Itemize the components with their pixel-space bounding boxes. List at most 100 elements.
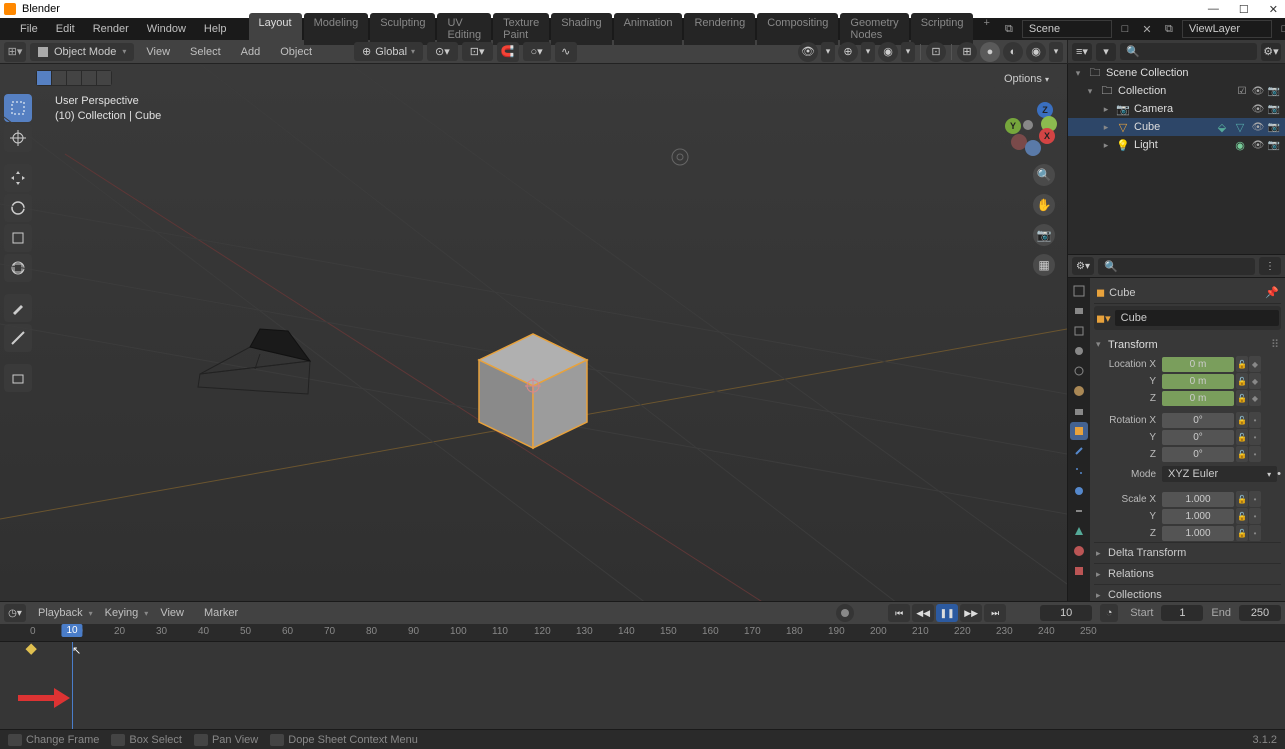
auto-keying-toggle[interactable] bbox=[836, 604, 854, 622]
keyframe-dot-icon[interactable]: ◆ bbox=[1249, 356, 1261, 372]
outliner-search[interactable]: 🔍 bbox=[1120, 43, 1257, 60]
snap-selector[interactable]: ⊡▾ bbox=[462, 42, 493, 61]
props-tab-object[interactable] bbox=[1070, 422, 1088, 440]
gizmo-toggle[interactable]: ⊕ bbox=[838, 42, 858, 62]
props-tab-scene[interactable] bbox=[1070, 362, 1088, 380]
rotation-mode-dropdown[interactable]: XYZ Euler▾ bbox=[1162, 466, 1277, 482]
outliner-display-mode[interactable]: ▾ bbox=[1096, 43, 1116, 61]
menu-window[interactable]: Window bbox=[139, 20, 194, 38]
lock-icon[interactable]: 🔓 bbox=[1236, 525, 1248, 541]
pause-button[interactable]: ❚❚ bbox=[936, 604, 958, 622]
lock-icon[interactable]: 🔓 bbox=[1236, 373, 1248, 389]
keyframe-dot-icon[interactable]: • bbox=[1249, 525, 1261, 541]
tool-select-box[interactable] bbox=[4, 94, 32, 122]
relations-panel[interactable]: ▸Relations bbox=[1094, 563, 1281, 584]
orientation-selector[interactable]: ⊕ Global ▾ bbox=[354, 42, 423, 61]
camera-view-button[interactable]: 📷 bbox=[1033, 224, 1055, 246]
viewport-options-dropdown[interactable]: Options ▾ bbox=[994, 70, 1059, 88]
viewlayer-name-field[interactable]: ViewLayer bbox=[1182, 20, 1272, 38]
data-name[interactable]: Cube bbox=[1115, 310, 1279, 326]
tool-rotate[interactable] bbox=[4, 194, 32, 222]
pivot-selector[interactable]: ⊙▾ bbox=[427, 42, 458, 61]
props-tab-world[interactable] bbox=[1070, 382, 1088, 400]
pin-icon[interactable]: 📌 bbox=[1265, 286, 1279, 299]
select-mode-2[interactable] bbox=[52, 71, 66, 85]
close-button[interactable]: ✕ bbox=[1266, 3, 1281, 16]
keyframe-dot-icon[interactable]: • bbox=[1249, 446, 1261, 462]
props-tab-constraints[interactable] bbox=[1070, 502, 1088, 520]
scale-z-field[interactable]: 1.000 bbox=[1162, 526, 1234, 541]
zoom-button[interactable]: 🔍 bbox=[1033, 164, 1055, 186]
editor-type-selector[interactable]: ⊞▾ bbox=[4, 42, 26, 62]
outliner[interactable]: ▾ 🗀 Scene Collection ▾ 🗀 Collection ☑ 👁 … bbox=[1068, 64, 1285, 254]
xray-toggle[interactable]: ⊡ bbox=[926, 42, 946, 62]
scene-browse-icon[interactable]: ⧉ bbox=[1000, 20, 1018, 38]
end-frame-field[interactable]: 250 bbox=[1239, 605, 1281, 621]
gizmo-dropdown[interactable]: ▾ bbox=[861, 42, 875, 62]
tool-add-cube[interactable] bbox=[4, 364, 32, 392]
rotation-y-field[interactable]: 0° bbox=[1162, 430, 1234, 445]
cube-object[interactable] bbox=[475, 326, 590, 451]
rotation-z-field[interactable]: 0° bbox=[1162, 447, 1234, 462]
select-mode-3[interactable] bbox=[67, 71, 81, 85]
lock-icon[interactable]: 🔓 bbox=[1236, 429, 1248, 445]
outliner-scene-collection[interactable]: ▾ 🗀 Scene Collection bbox=[1068, 64, 1285, 82]
playhead-indicator[interactable]: 10 bbox=[61, 624, 82, 637]
viewlayer-browse-icon[interactable]: ⧉ bbox=[1160, 20, 1178, 38]
viewport-menu-add[interactable]: Add bbox=[233, 43, 269, 61]
location-x-field[interactable]: 0 m bbox=[1162, 357, 1234, 372]
object-types-dropdown[interactable]: ▾ bbox=[821, 42, 835, 62]
props-tab-physics[interactable] bbox=[1070, 482, 1088, 500]
outliner-filter[interactable]: ⚙▾ bbox=[1261, 43, 1281, 61]
keyframe-dot-icon[interactable]: • bbox=[1249, 491, 1261, 507]
jump-to-next-keyframe-button[interactable]: ▶▶ bbox=[960, 604, 982, 622]
props-tab-render[interactable] bbox=[1070, 302, 1088, 320]
scene-name-field[interactable]: Scene bbox=[1022, 20, 1112, 38]
minimize-button[interactable]: — bbox=[1205, 3, 1222, 16]
scale-x-field[interactable]: 1.000 bbox=[1162, 492, 1234, 507]
timeline-editor-type[interactable]: ◷▾ bbox=[4, 604, 26, 622]
select-mode-5[interactable] bbox=[97, 71, 111, 85]
props-tab-particles[interactable] bbox=[1070, 462, 1088, 480]
hide-viewport-icon[interactable]: 👁 bbox=[1251, 138, 1265, 152]
disclosure-icon[interactable]: ▸ bbox=[1100, 104, 1112, 115]
navigation-gizmo[interactable]: Y Z X bbox=[1001, 98, 1055, 152]
keyframe-dot-icon[interactable]: ◆ bbox=[1249, 373, 1261, 389]
shading-solid[interactable]: ● bbox=[980, 42, 1000, 62]
timeline-menu-marker[interactable]: Marker bbox=[196, 604, 246, 622]
keyframe-dot-icon[interactable]: • bbox=[1249, 412, 1261, 428]
disable-render-icon[interactable]: 📷 bbox=[1267, 138, 1281, 152]
tool-transform[interactable] bbox=[4, 254, 32, 282]
properties-editor-type[interactable]: ⚙▾ bbox=[1072, 257, 1094, 275]
transform-panel-header[interactable]: ▾ Transform ⠿ bbox=[1094, 334, 1281, 355]
overlays-toggle[interactable]: ◉ bbox=[878, 42, 898, 62]
outliner-item-camera[interactable]: ▸ 📷 Camera 👁 📷 bbox=[1068, 100, 1285, 118]
props-tab-viewlayer[interactable] bbox=[1070, 342, 1088, 360]
scene-new-icon[interactable]: □ bbox=[1116, 20, 1134, 38]
lock-icon[interactable]: 🔓 bbox=[1236, 390, 1248, 406]
timeline-menu-playback[interactable]: Playback bbox=[30, 604, 91, 622]
overlays-dropdown[interactable]: ▾ bbox=[901, 42, 915, 62]
props-tab-material[interactable] bbox=[1070, 542, 1088, 560]
viewport-menu-object[interactable]: Object bbox=[272, 43, 320, 61]
location-y-field[interactable]: 0 m bbox=[1162, 374, 1234, 389]
start-frame-field[interactable]: 1 bbox=[1161, 605, 1203, 621]
props-tab-modifiers[interactable] bbox=[1070, 442, 1088, 460]
outliner-search-input[interactable] bbox=[1144, 46, 1251, 58]
tool-measure[interactable] bbox=[4, 324, 32, 352]
lock-icon[interactable]: 🔓 bbox=[1236, 446, 1248, 462]
props-tab-collection[interactable] bbox=[1070, 402, 1088, 420]
keyframe-dot-icon[interactable]: • bbox=[1249, 508, 1261, 524]
disclosure-icon[interactable]: ▾ bbox=[1084, 86, 1096, 97]
disable-render-icon[interactable]: 📷 bbox=[1267, 102, 1281, 116]
outliner-item-cube[interactable]: ▸ ▽ Cube ⬙ ▽ 👁 📷 bbox=[1068, 118, 1285, 136]
viewport-menu-view[interactable]: View bbox=[138, 43, 178, 61]
object-types-visibility[interactable]: 👁 bbox=[798, 42, 818, 62]
outliner-item-light[interactable]: ▸ 💡 Light ◉ 👁 📷 bbox=[1068, 136, 1285, 154]
perspective-toggle-button[interactable]: ▦ bbox=[1033, 254, 1055, 276]
tool-move[interactable] bbox=[4, 164, 32, 192]
props-tab-output[interactable] bbox=[1070, 322, 1088, 340]
lock-icon[interactable]: 🔓 bbox=[1236, 491, 1248, 507]
keyframe-marker[interactable] bbox=[26, 644, 37, 655]
disclosure-icon[interactable]: ▾ bbox=[1072, 68, 1084, 79]
